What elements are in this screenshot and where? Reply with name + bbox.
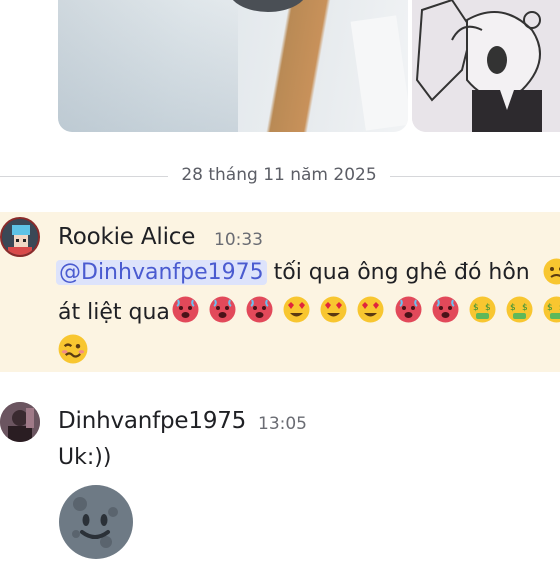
heart-eyes-icon (320, 296, 347, 323)
cartoon-drawing (412, 0, 560, 132)
avatar-dinhvanfpe1975[interactable] (0, 402, 40, 442)
hot-face-icon (172, 296, 199, 323)
date-divider: 28 tháng 11 năm 2025 (0, 162, 560, 190)
username-dinhvanfpe1975[interactable]: Dinhvanfpe1975 (58, 408, 246, 434)
image-dark-object (228, 0, 308, 12)
message-timestamp[interactable]: 10:33 (214, 230, 263, 250)
svg-text:$: $ (473, 303, 479, 313)
money-mouth-icon: $$ (469, 296, 496, 323)
hot-face-icon (395, 296, 422, 323)
image-attachment-2[interactable] (412, 0, 560, 132)
heart-eyes-icon (283, 296, 310, 323)
date-divider-label: 28 tháng 11 năm 2025 (168, 165, 390, 185)
hot-face-icon (246, 296, 273, 323)
svg-text:$: $ (510, 303, 516, 313)
svg-text:$: $ (547, 303, 553, 313)
woozy-face-emoji-icon (543, 258, 560, 289)
divider-line-left (0, 176, 168, 177)
divider-line-right (390, 176, 560, 177)
heart-eyes-icon (357, 296, 384, 323)
message-text: Uk:)) (58, 445, 111, 470)
money-mouth-icon: $$ (543, 296, 560, 323)
image-paper (351, 15, 408, 130)
message-timestamp[interactable]: 13:05 (258, 414, 307, 434)
money-mouth-icon: $$ (506, 296, 533, 323)
message-text-part: tối qua ông ghê đó hôn (267, 260, 530, 285)
username-rookie-alice[interactable]: Rookie Alice (58, 224, 195, 250)
hot-face-icon (209, 296, 236, 323)
image-attachments (58, 0, 560, 132)
woozy-face-emoji-icon (58, 334, 88, 368)
message-line-1: @Dinhvanfpe1975 tối qua ông ghê đó hôn (56, 260, 530, 285)
message-line-2: át liệt qua (58, 300, 170, 325)
avatar-image (2, 219, 38, 255)
image-shade (58, 0, 238, 132)
svg-text:$: $ (485, 303, 491, 313)
svg-text:$: $ (522, 303, 528, 313)
image-attachment-1[interactable] (58, 0, 408, 132)
hot-face-icon (432, 296, 459, 323)
avatar-image (0, 402, 40, 442)
moon-face-sticker-icon[interactable] (58, 484, 134, 560)
emoji-row: $$ $$ $$ (172, 296, 560, 323)
user-mention[interactable]: @Dinhvanfpe1975 (56, 260, 267, 285)
avatar-rookie-alice[interactable] (0, 217, 40, 257)
